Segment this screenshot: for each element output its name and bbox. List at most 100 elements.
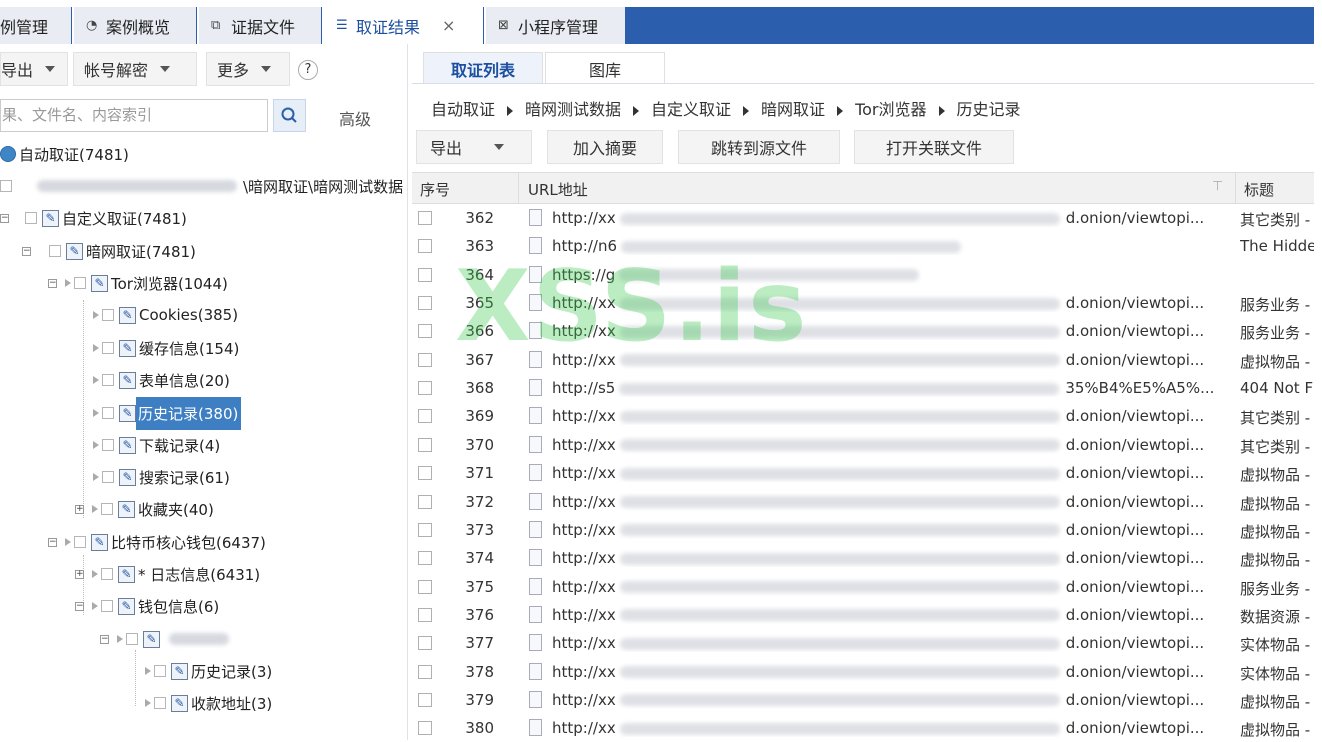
- row-checkbox[interactable]: [418, 522, 432, 537]
- table-row[interactable]: 362 http://xx d.onion/viewtopi... 其它类别 -: [412, 204, 1314, 232]
- breadcrumb-item[interactable]: 自定义取证: [651, 100, 731, 119]
- collapse-icon[interactable]: −: [75, 601, 84, 611]
- tree-node-wallet-item[interactable]: − ✎: [100, 628, 229, 650]
- tree-node-wallet-history[interactable]: ✎ 历史记录(3): [145, 660, 272, 682]
- collapse-icon[interactable]: −: [22, 246, 31, 256]
- tree-checkbox[interactable]: [154, 697, 166, 709]
- table-row[interactable]: 363 http://n6 The Hidde: [412, 232, 1314, 260]
- row-checkbox[interactable]: [418, 324, 432, 339]
- tree-node-bitcoin[interactable]: − ✎ 比特币核心钱包(6437): [48, 531, 266, 553]
- breadcrumb-item[interactable]: 暗网取证: [761, 100, 825, 119]
- tree-node-wallet-address[interactable]: ✎ 收款地址(3): [145, 692, 272, 714]
- panel-splitter[interactable]: [407, 44, 408, 740]
- tree-checkbox[interactable]: [102, 309, 114, 321]
- breadcrumb-item[interactable]: 暗网测试数据: [525, 100, 621, 119]
- tree-node-forms[interactable]: ✎ 表单信息(20): [93, 369, 230, 391]
- collapse-icon[interactable]: −: [48, 537, 57, 547]
- table-row[interactable]: 378 http://xx d.onion/viewtopi... 实体物品 -: [412, 658, 1314, 686]
- search-input[interactable]: 结果、文件名、内容索引: [0, 99, 268, 132]
- breadcrumb-item[interactable]: Tor浏览器: [855, 100, 926, 119]
- tree-checkbox[interactable]: [74, 277, 86, 289]
- table-row[interactable]: 369 http://xx d.onion/viewtopi... 其它类别 -: [412, 402, 1314, 430]
- goto-source-button[interactable]: 跳转到源文件: [678, 130, 840, 164]
- column-header-url[interactable]: URL地址: [528, 179, 588, 200]
- tab-evidence-files[interactable]: ⧉ 证据文件: [199, 7, 322, 44]
- row-checkbox[interactable]: [418, 721, 432, 736]
- tree-checkbox[interactable]: [102, 439, 114, 451]
- table-row[interactable]: 371 http://xx d.onion/viewtopi... 虚拟物品 -: [412, 459, 1314, 487]
- tab-miniapp-management[interactable]: ⊠ 小程序管理: [486, 7, 626, 44]
- row-checkbox[interactable]: [418, 239, 432, 254]
- tree-checkbox[interactable]: [101, 568, 113, 580]
- tab-case-management[interactable]: 案例管理: [0, 7, 72, 44]
- table-row[interactable]: 380 http://xx d.onion/viewtopi... 虚拟物品 -: [412, 714, 1314, 742]
- tree-node-favorites[interactable]: + ✎ 收藏夹(40): [75, 498, 214, 520]
- row-checkbox[interactable]: [418, 466, 432, 481]
- tree-checkbox[interactable]: [102, 471, 114, 483]
- tree-node-auto-forensics[interactable]: 自动取证(7481): [0, 143, 129, 165]
- export-dropdown-right[interactable]: 导出: [416, 130, 532, 164]
- collapse-icon[interactable]: −: [100, 634, 109, 644]
- column-header-title[interactable]: 标题: [1244, 179, 1274, 200]
- row-checkbox[interactable]: [418, 211, 432, 225]
- tab-case-overview[interactable]: ◔ 案例概览: [74, 7, 197, 44]
- tree-checkbox[interactable]: [49, 245, 61, 257]
- advanced-search-link[interactable]: 高级: [339, 106, 371, 130]
- row-checkbox[interactable]: [418, 636, 432, 651]
- collapse-icon[interactable]: −: [0, 213, 9, 223]
- expand-icon[interactable]: +: [75, 569, 84, 579]
- decrypt-dropdown[interactable]: 帐号解密: [73, 52, 197, 86]
- row-checkbox[interactable]: [418, 607, 432, 622]
- tab-forensic-list[interactable]: 取证列表: [423, 52, 543, 84]
- row-checkbox[interactable]: [418, 579, 432, 594]
- tree-node-downloads[interactable]: ✎ 下载记录(4): [93, 434, 220, 456]
- tree-node-wallet[interactable]: − ✎ 钱包信息(6): [75, 595, 219, 617]
- tree-node-history[interactable]: ✎ 历史记录(380): [93, 396, 242, 430]
- filter-icon[interactable]: ⊤: [1212, 179, 1223, 194]
- tree-checkbox[interactable]: [74, 536, 86, 548]
- column-header-seq[interactable]: 序号: [420, 179, 450, 200]
- table-row[interactable]: 370 http://xx d.onion/viewtopi... 其它类别 -: [412, 431, 1314, 459]
- collapse-icon[interactable]: −: [48, 278, 57, 288]
- tree-checkbox[interactable]: [101, 503, 113, 515]
- tree-checkbox[interactable]: [101, 600, 113, 612]
- column-divider[interactable]: [1235, 173, 1236, 203]
- column-divider[interactable]: [518, 173, 519, 203]
- export-dropdown[interactable]: 导出: [0, 52, 68, 86]
- table-row[interactable]: 379 http://xx d.onion/viewtopi... 虚拟物品 -: [412, 686, 1314, 714]
- tree-node-path[interactable]: \暗网取证\暗网测试数据: [0, 175, 403, 197]
- row-checkbox[interactable]: [418, 664, 432, 679]
- table-row[interactable]: 366 http://xx d.onion/viewtopi... 服务业务 -: [412, 317, 1314, 345]
- table-row[interactable]: 367 http://xx d.onion/viewtopi... 虚拟物品 -: [412, 346, 1314, 374]
- tree-node-darkweb[interactable]: − ✎ 暗网取证(7481): [22, 240, 196, 262]
- row-checkbox[interactable]: [418, 267, 432, 282]
- tab-forensic-results[interactable]: ☰ 取证结果 ×: [324, 7, 484, 44]
- table-row[interactable]: 374 http://xx d.onion/viewtopi... 虚拟物品 -: [412, 544, 1314, 572]
- search-button[interactable]: [273, 99, 306, 132]
- row-checkbox[interactable]: [418, 494, 432, 509]
- help-icon[interactable]: ?: [298, 60, 318, 80]
- row-checkbox[interactable]: [418, 381, 432, 396]
- tree-checkbox[interactable]: [154, 665, 166, 677]
- tree-checkbox[interactable]: [126, 633, 138, 645]
- tab-gallery[interactable]: 图库: [545, 52, 665, 84]
- row-checkbox[interactable]: [418, 296, 432, 311]
- tree-node-tor[interactable]: − ✎ Tor浏览器(1044): [48, 272, 228, 294]
- table-row[interactable]: 377 http://xx d.onion/viewtopi... 实体物品 -: [412, 629, 1314, 657]
- table-row[interactable]: 376 http://xx d.onion/viewtopi... 数据资源 -: [412, 601, 1314, 629]
- row-checkbox[interactable]: [418, 692, 432, 707]
- expand-icon[interactable]: +: [75, 504, 84, 514]
- table-row[interactable]: 373 http://xx d.onion/viewtopi... 虚拟物品 -: [412, 516, 1314, 544]
- table-row[interactable]: 375 http://xx d.onion/viewtopi... 服务业务 -: [412, 573, 1314, 601]
- table-row[interactable]: 372 http://xx d.onion/viewtopi... 虚拟物品 -: [412, 488, 1314, 516]
- close-icon[interactable]: ×: [442, 16, 455, 35]
- table-row[interactable]: 364 https://g: [412, 261, 1314, 289]
- tree-checkbox[interactable]: [102, 407, 114, 419]
- tree-checkbox[interactable]: [25, 212, 37, 224]
- row-checkbox[interactable]: [418, 551, 432, 566]
- tree-node-custom[interactable]: − ✎ 自定义取证(7481): [0, 207, 187, 229]
- tree-checkbox[interactable]: [102, 342, 114, 354]
- tree-checkbox[interactable]: [102, 374, 114, 386]
- table-row[interactable]: 368 http://s5 35%B4%E5%A5%... 404 Not F: [412, 374, 1314, 402]
- row-checkbox[interactable]: [418, 352, 432, 367]
